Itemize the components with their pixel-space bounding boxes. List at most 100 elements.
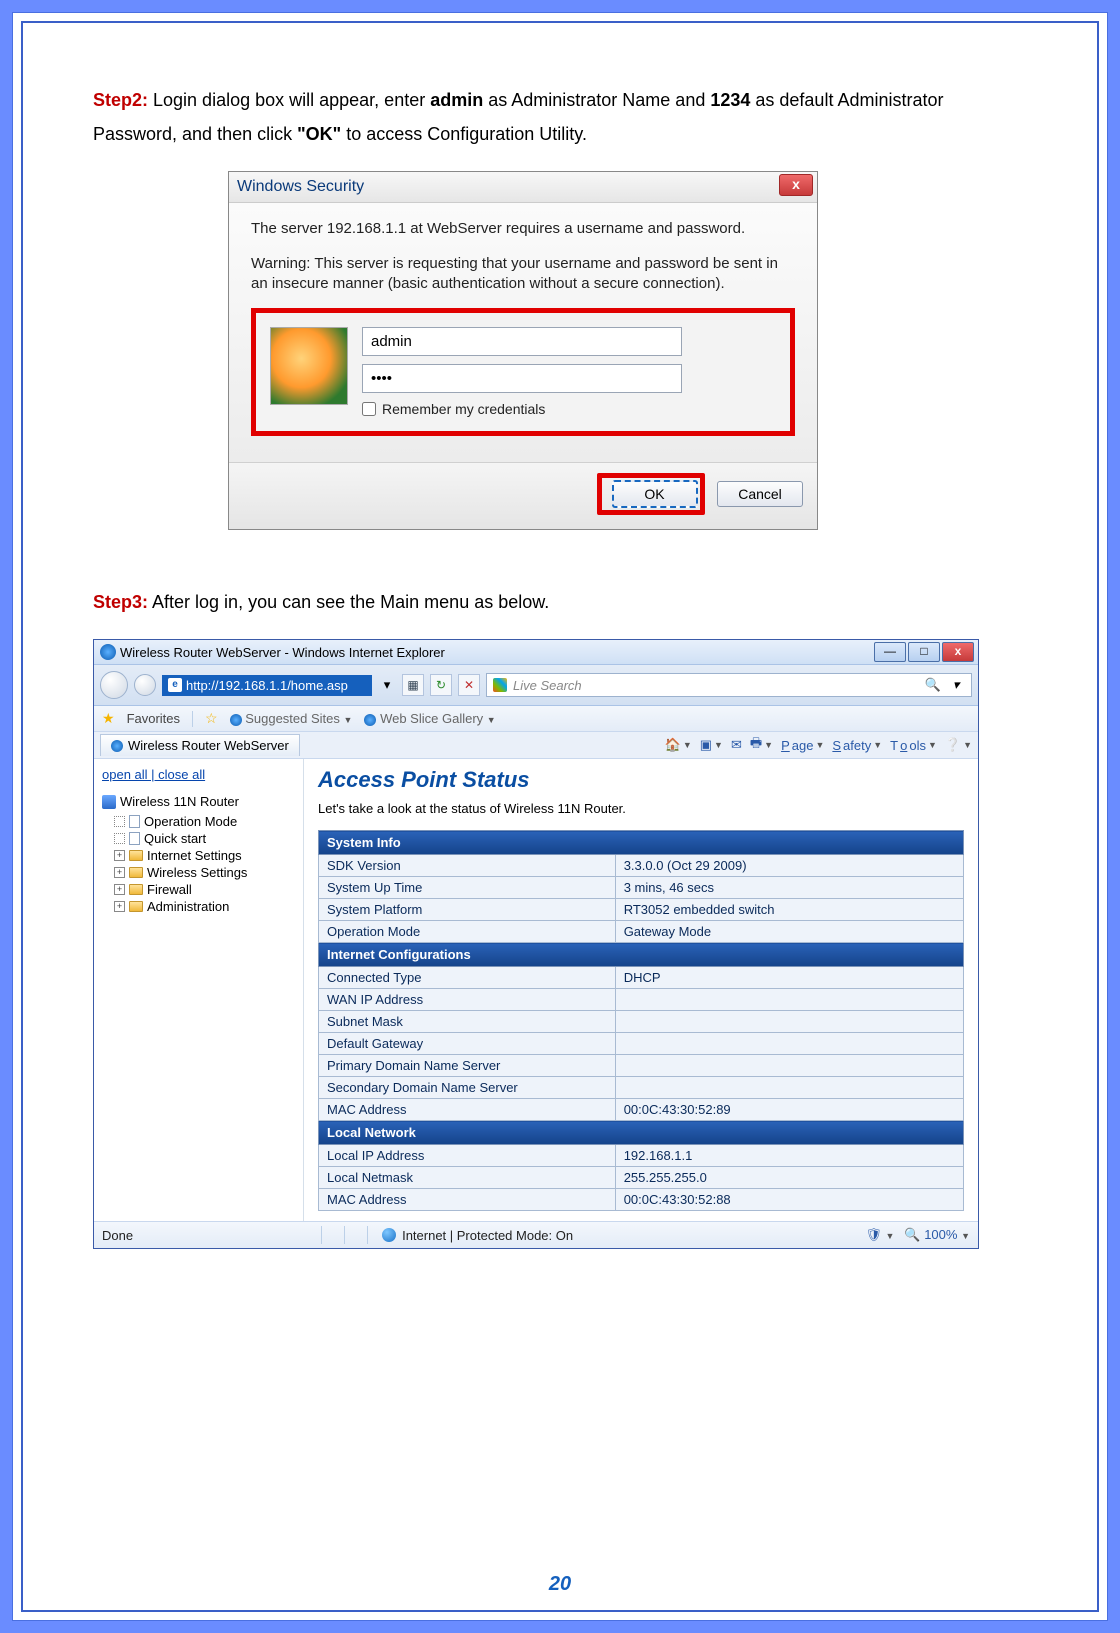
tree-item-label: Quick start bbox=[144, 831, 206, 846]
compat-view-icon[interactable]: ▦ bbox=[402, 674, 424, 696]
folder-icon bbox=[129, 901, 143, 912]
tab-active[interactable]: Wireless Router WebServer bbox=[100, 734, 300, 756]
step3-label: Step3: bbox=[93, 592, 148, 612]
page-number: 20 bbox=[23, 1573, 1097, 1596]
suggested-sites-link[interactable]: Suggested Sites ▼ bbox=[230, 711, 353, 726]
remember-checkbox[interactable] bbox=[362, 402, 376, 416]
table-cell-key: Local Netmask bbox=[319, 1167, 616, 1189]
ie-titlebar: Wireless Router WebServer - Windows Inte… bbox=[94, 640, 978, 665]
zone-icon bbox=[382, 1228, 396, 1242]
maximize-icon[interactable]: □ bbox=[908, 642, 940, 662]
print-icon[interactable]: 🖶 ▼ bbox=[750, 734, 773, 756]
table-row: Subnet Mask bbox=[319, 1011, 964, 1033]
open-close-all-link[interactable]: open all | close all bbox=[102, 767, 295, 782]
status-bar: Done Internet | Protected Mode: On 🛡 ▼ 🔍… bbox=[94, 1221, 978, 1248]
tree-item[interactable]: + Internet Settings bbox=[102, 847, 295, 864]
table-row: Operation ModeGateway Mode bbox=[319, 921, 964, 943]
webslice-link[interactable]: Web Slice Gallery ▼ bbox=[364, 711, 495, 726]
cancel-button[interactable]: Cancel bbox=[717, 481, 803, 507]
search-icon[interactable]: 🔍 bbox=[925, 677, 941, 693]
close-icon[interactable]: x bbox=[779, 174, 813, 196]
chevron-down-icon: ▼ bbox=[344, 715, 353, 725]
stop-icon[interactable]: ✕ bbox=[458, 674, 480, 696]
remember-row: Remember my credentials bbox=[362, 401, 776, 417]
windows-security-dialog: Windows Security x The server 192.168.1.… bbox=[228, 171, 818, 530]
table-cell-key: System Up Time bbox=[319, 877, 616, 899]
table-cell-key: WAN IP Address bbox=[319, 989, 616, 1011]
refresh-icon[interactable]: ↻ bbox=[430, 674, 452, 696]
zoom-control[interactable]: 🔍 100% ▼ bbox=[904, 1227, 970, 1243]
search-dropdown-icon[interactable]: ▾ bbox=[947, 677, 965, 693]
tools-menu[interactable]: Tools ▼ bbox=[890, 738, 937, 753]
table-row: MAC Address00:0C:43:30:52:89 bbox=[319, 1099, 964, 1121]
minimize-icon[interactable]: — bbox=[874, 642, 906, 662]
ie-small-icon bbox=[364, 714, 376, 726]
favorites-label[interactable]: Favorites bbox=[127, 711, 180, 726]
table-cell-value bbox=[615, 1055, 963, 1077]
ok-button[interactable]: OK bbox=[612, 480, 698, 508]
router-icon bbox=[102, 795, 116, 809]
forward-button-icon[interactable] bbox=[134, 674, 156, 696]
table-cell-key: MAC Address bbox=[319, 1189, 616, 1211]
user-avatar-icon bbox=[270, 327, 348, 405]
leaf-icon[interactable] bbox=[114, 816, 125, 827]
table-row: System PlatformRT3052 embedded switch bbox=[319, 899, 964, 921]
table-row: Local IP Address192.168.1.1 bbox=[319, 1145, 964, 1167]
protected-mode-icon[interactable]: 🛡 ▼ bbox=[865, 1227, 894, 1243]
tree-root[interactable]: Wireless 11N Router bbox=[102, 794, 295, 809]
url-dropdown-icon[interactable]: ▾ bbox=[378, 677, 396, 693]
tree-item[interactable]: +Wireless Settings bbox=[102, 864, 295, 881]
tree-root-label: Wireless 11N Router bbox=[120, 794, 239, 809]
search-input[interactable]: Live Search 🔍 ▾ bbox=[486, 673, 972, 697]
close-icon[interactable]: x bbox=[942, 642, 974, 662]
add-favorite-star-icon[interactable]: ☆ bbox=[205, 710, 218, 727]
security-zone: Internet | Protected Mode: On bbox=[402, 1228, 573, 1243]
tree-item[interactable]: +Administration bbox=[102, 898, 295, 915]
feeds-icon[interactable]: ▣ ▼ bbox=[700, 737, 723, 753]
tree-item[interactable]: Quick start bbox=[102, 830, 295, 847]
ie-logo-icon bbox=[100, 644, 116, 660]
folder-icon bbox=[129, 850, 143, 861]
table-cell-key: Primary Domain Name Server bbox=[319, 1055, 616, 1077]
table-row: Local Netmask255.255.255.0 bbox=[319, 1167, 964, 1189]
password-input[interactable] bbox=[362, 364, 682, 393]
table-cell-key: System Platform bbox=[319, 899, 616, 921]
expand-icon[interactable]: + bbox=[114, 884, 125, 895]
home-icon[interactable]: 🏠 ▼ bbox=[665, 737, 692, 753]
safety-menu[interactable]: Safety ▼ bbox=[832, 738, 882, 753]
table-cell-key: MAC Address bbox=[319, 1099, 616, 1121]
help-icon[interactable]: ❔▼ bbox=[945, 737, 972, 753]
table-cell-value: 192.168.1.1 bbox=[615, 1145, 963, 1167]
step2-label: Step2: bbox=[93, 90, 148, 110]
tab-bar: Wireless Router WebServer 🏠 ▼ ▣ ▼ ✉ 🖶 ▼ … bbox=[94, 732, 978, 759]
dialog-title: Windows Security bbox=[237, 178, 364, 196]
table-cell-value bbox=[615, 1077, 963, 1099]
address-bar-row: e http://192.168.1.1/home.asp ▾ ▦ ↻ ✕ Li… bbox=[94, 665, 978, 706]
back-button-icon[interactable] bbox=[100, 671, 128, 699]
tree-item-label: Internet Settings bbox=[147, 848, 242, 863]
page-menu[interactable]: Page ▼ bbox=[781, 738, 824, 753]
table-cell-value bbox=[615, 1011, 963, 1033]
table-cell-value bbox=[615, 989, 963, 1011]
page-icon bbox=[129, 832, 140, 845]
tree-item[interactable]: +Firewall bbox=[102, 881, 295, 898]
table-cell-value: 3.3.0.0 (Oct 29 2009) bbox=[615, 855, 963, 877]
main-content: Access Point Status Let's take a look at… bbox=[304, 759, 978, 1221]
page-heading: Access Point Status bbox=[318, 767, 964, 793]
table-cell-key: Secondary Domain Name Server bbox=[319, 1077, 616, 1099]
table-cell-value: 3 mins, 46 secs bbox=[615, 877, 963, 899]
status-done: Done bbox=[102, 1228, 133, 1243]
url-text: http://192.168.1.1/home.asp bbox=[186, 678, 348, 693]
leaf-icon[interactable] bbox=[114, 833, 125, 844]
window-title: Wireless Router WebServer - Windows Inte… bbox=[120, 645, 445, 660]
tree-item[interactable]: Operation Mode bbox=[102, 813, 295, 830]
readmail-icon[interactable]: ✉ bbox=[731, 737, 742, 753]
table-cell-value bbox=[615, 1033, 963, 1055]
favorites-star-icon[interactable]: ★ bbox=[102, 710, 115, 727]
expand-icon[interactable]: + bbox=[114, 901, 125, 912]
url-field[interactable]: e http://192.168.1.1/home.asp bbox=[162, 675, 372, 696]
tab-label: Wireless Router WebServer bbox=[128, 738, 289, 753]
expand-icon[interactable]: + bbox=[114, 867, 125, 878]
expand-icon[interactable]: + bbox=[114, 850, 125, 861]
username-input[interactable] bbox=[362, 327, 682, 356]
